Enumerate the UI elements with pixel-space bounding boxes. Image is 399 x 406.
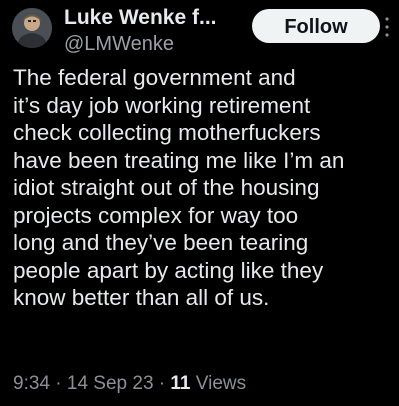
meta-separator: · (49, 373, 67, 394)
meta-separator: · (153, 373, 171, 394)
follow-button[interactable]: Follow (252, 9, 380, 43)
tweet-date[interactable]: 14 Sep 23 (67, 373, 154, 394)
tweet-meta: 9:34 · 14 Sep 23 · 11 Views (13, 372, 246, 396)
author-avatar[interactable] (12, 8, 52, 48)
views-count: 11 (170, 373, 191, 394)
author-handle[interactable]: @LMWenke (64, 32, 244, 56)
tweet-card: Luke Wenke f... @LMWenke Follow The fede… (0, 0, 399, 406)
user-avatar-icon (12, 8, 52, 48)
tweet-time[interactable]: 9:34 (13, 373, 50, 394)
vertical-dots-icon[interactable] (384, 15, 390, 39)
author-info: Luke Wenke f... @LMWenke (64, 6, 244, 56)
author-display-name[interactable]: Luke Wenke f... (64, 6, 244, 30)
tweet-text: The federal government and it’s day job … (13, 65, 345, 310)
views-label: Views (190, 373, 247, 394)
